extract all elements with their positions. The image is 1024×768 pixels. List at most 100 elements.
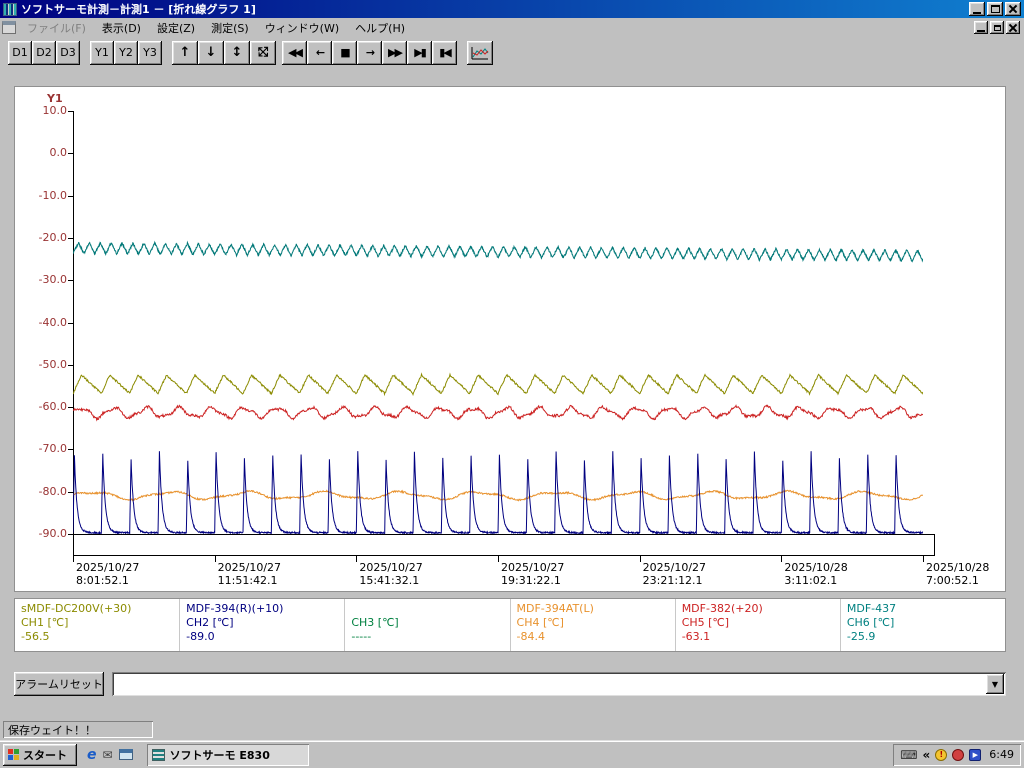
keyboard-icon[interactable]: ⌨	[900, 748, 917, 762]
stop-button[interactable]: ■	[332, 40, 357, 65]
d2-button[interactable]: D2	[32, 40, 56, 65]
title-bar: ソフトサーモ計測－計測1 － [折れ線グラフ 1]	[0, 0, 1024, 18]
start-button[interactable]: スタート	[3, 743, 77, 766]
y-button-group: Y1 Y2 Y3	[90, 40, 162, 65]
minimize-button[interactable]	[969, 2, 985, 16]
hide-icons-chevron[interactable]: «	[923, 748, 931, 762]
alarm-combobox[interactable]: ▼	[112, 672, 1006, 696]
taskbar-clock[interactable]: 6:49	[989, 748, 1014, 761]
step-forward-button[interactable]: →	[357, 40, 382, 65]
channel-value: -84.4	[516, 630, 545, 643]
legend-channel-6: MDF-437 CH6 [℃] -25.9	[841, 599, 1005, 651]
x-tick-label: 2025/10/27 11:51:42.1	[217, 561, 282, 587]
plot-area[interactable]	[73, 111, 923, 534]
windows-flag-icon	[8, 749, 19, 760]
maximize-button[interactable]	[987, 2, 1003, 16]
x-tick-label: 2025/10/27 15:41:32.1	[359, 561, 423, 587]
channel-name: MDF-382(+20)	[681, 602, 763, 615]
legend-panel: sMDF-DC200V(+30) CH1 [℃] -56.5 MDF-394(R)(+…	[14, 598, 1006, 652]
menu-item-2[interactable]: 表示(D)	[94, 18, 149, 38]
y-tick-mark	[68, 407, 74, 409]
fit-vertical-button[interactable]: ↕	[224, 40, 250, 65]
child-close-button[interactable]	[1006, 21, 1020, 34]
d-button-group: D1 D2 D3	[8, 40, 80, 65]
quick-launch: e ✉	[87, 747, 133, 763]
scroll-down-button[interactable]: ↓	[198, 40, 224, 65]
y-tick-mark	[68, 153, 74, 155]
y-tick-mark	[68, 111, 74, 112]
status-bar: 保存ウェイト！！	[0, 719, 1024, 740]
media-player-tray-icon[interactable]: ▶	[969, 748, 982, 761]
x-tick-label: 2025/10/27 23:21:12.1	[642, 561, 707, 587]
legend-channel-2: MDF-394(R)(+10) CH2 [℃] -89.0	[180, 599, 346, 651]
menu-item-5[interactable]: ウィンドウ(W)	[257, 18, 347, 38]
x-tick-mark	[356, 556, 358, 562]
y-tick-mark	[68, 364, 74, 366]
y2-button[interactable]: Y2	[114, 40, 138, 65]
y-tick-mark	[68, 280, 74, 282]
channel-name: MDF-394(R)(+10)	[186, 602, 284, 615]
menu-items: ファイル(F) 表示(D) 設定(Z) 測定(S) ウィンドウ(W) ヘルプ(H)	[19, 18, 413, 38]
x-tick-label: 2025/10/28 7:00:52.1	[926, 561, 990, 587]
skip-to-end-button[interactable]: ▶▮	[407, 40, 432, 65]
arrow-button-group: ↑ ↓ ↕ ⤡ ⤢	[172, 40, 276, 65]
x-tick-label: 2025/10/27 8:01:52.1	[76, 561, 140, 587]
app-icon[interactable]	[3, 2, 17, 16]
menu-item-1[interactable]: ファイル(F)	[19, 18, 94, 38]
minimize-icon	[977, 30, 985, 32]
warning-tray-icon[interactable]: !	[935, 748, 948, 761]
status-message: 保存ウェイト！！	[3, 721, 153, 738]
graph-scale-button[interactable]	[467, 40, 493, 65]
menu-item-6[interactable]: ヘルプ(H)	[347, 18, 413, 38]
d1-button[interactable]: D1	[8, 40, 32, 65]
fit-all-button[interactable]: ⤡ ⤢	[250, 40, 276, 65]
scroll-up-button[interactable]: ↑	[172, 40, 198, 65]
d3-button[interactable]: D3	[56, 40, 80, 65]
x-tick-mark	[781, 556, 783, 562]
child-restore-button[interactable]	[990, 21, 1004, 34]
child-minimize-button[interactable]	[974, 21, 988, 34]
menu-bar: ファイル(F) 表示(D) 設定(Z) 測定(S) ウィンドウ(W) ヘルプ(H)	[0, 18, 1024, 37]
security-tray-icon[interactable]	[952, 748, 965, 761]
skip-to-start-button[interactable]: ▮◀	[432, 40, 457, 65]
rewind-button[interactable]: ◀◀	[282, 40, 307, 65]
system-tray: ⌨ « ! ▶ 6:49	[893, 744, 1021, 766]
x-axis-band	[73, 534, 935, 556]
child-window-icon[interactable]	[2, 21, 16, 34]
alarm-reset-button[interactable]: アラームリセット	[14, 672, 104, 696]
y3-button[interactable]: Y3	[138, 40, 162, 65]
internet-explorer-icon[interactable]: e	[87, 747, 97, 763]
y1-button[interactable]: Y1	[90, 40, 114, 65]
series-ch4	[73, 489, 923, 502]
combobox-value	[116, 676, 982, 692]
task-button-soft-thermo[interactable]: ソフトサーモ E830	[146, 743, 309, 766]
menu-item-3[interactable]: 設定(Z)	[149, 18, 203, 38]
task-button-label: ソフトサーモ E830	[169, 748, 270, 762]
x-tick-mark	[923, 556, 924, 562]
channel-value: -63.1	[681, 630, 711, 643]
y-tick-label: -20.0	[38, 230, 67, 244]
series-ch1	[73, 372, 923, 397]
channel-label: CH5 [℃]	[681, 616, 730, 629]
y-tick-mark	[68, 534, 74, 535]
combobox-dropdown-button[interactable]: ▼	[986, 674, 1004, 694]
y-tick-label: -40.0	[38, 315, 67, 329]
x-tick-mark	[73, 556, 74, 562]
x-tick-mark	[498, 556, 499, 562]
fast-forward-button[interactable]: ▶▶	[382, 40, 407, 65]
channel-value: -25.9	[846, 630, 876, 643]
window-title: ソフトサーモ計測－計測1 － [折れ線グラフ 1]	[21, 3, 256, 16]
y-tick-mark	[68, 237, 74, 239]
mail-icon[interactable]: ✉	[103, 748, 113, 762]
channel-value: -----	[351, 630, 372, 643]
close-button[interactable]	[1005, 2, 1021, 16]
toolbar: D1 D2 D3 Y1 Y2 Y3 ↑ ↓ ↕ ⤡ ⤢ ◀◀ ← ■ → ▶▶ ▶▮ ▮◀	[0, 37, 1024, 68]
legend-channel-3: CH3 [℃] -----	[345, 599, 511, 651]
y-tick-label: -60.0	[38, 400, 67, 414]
menu-item-4[interactable]: 測定(S)	[203, 18, 257, 38]
show-desktop-icon[interactable]	[118, 749, 133, 760]
channel-value: -56.5	[21, 630, 50, 643]
chart-panel: Y1 10.0 0.0 -10.0 -20.0 -30.0 -40.0 -50.0 -60.0…	[14, 86, 1006, 592]
step-back-button[interactable]: ←	[307, 40, 332, 65]
y-tick-mark	[68, 491, 74, 493]
